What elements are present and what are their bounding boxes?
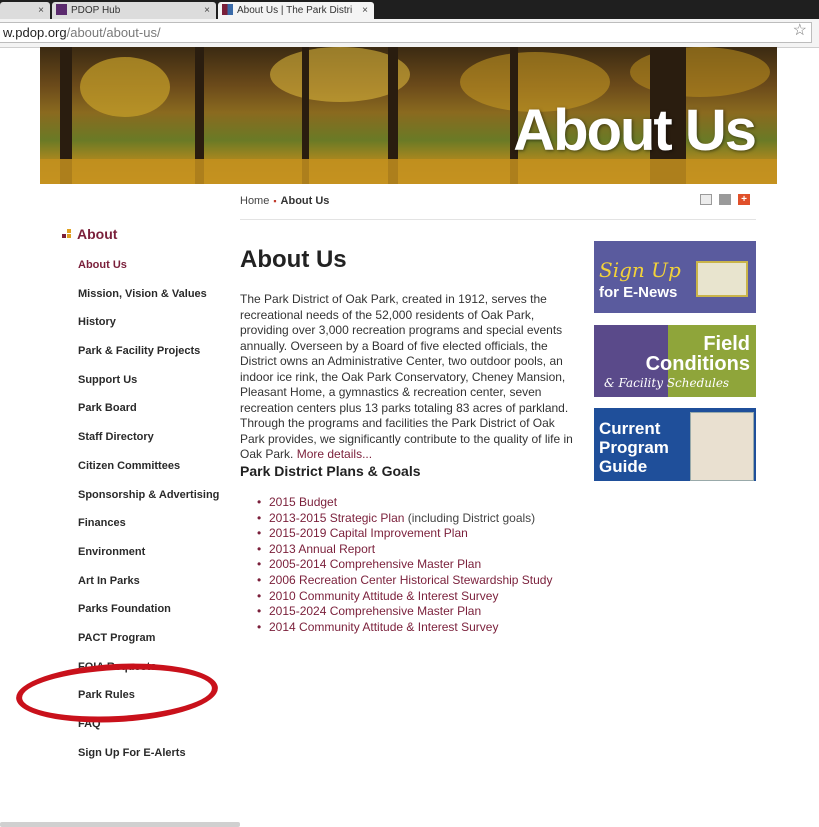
- plan-link[interactable]: 2015-2019 Capital Improvement Plan: [269, 526, 468, 540]
- sidebar-item-mission[interactable]: Mission, Vision & Values: [78, 287, 219, 316]
- breadcrumb-divider: [240, 219, 756, 220]
- sidebar-item-projects[interactable]: Park & Facility Projects: [78, 344, 219, 373]
- sidebar-item-citizen-committees[interactable]: Citizen Committees: [78, 459, 219, 488]
- close-icon[interactable]: ×: [362, 2, 368, 19]
- plans-list: 2015 Budget 2013-2015 Strategic Plan (in…: [257, 495, 552, 635]
- intro-paragraph: The Park District of Oak Park, created i…: [240, 292, 582, 463]
- plan-link[interactable]: 2010 Community Attitude & Interest Surve…: [269, 589, 498, 603]
- browser-tab-about-us[interactable]: About Us | The Park Distri ×: [218, 2, 374, 19]
- enews-line1: Sign Up: [599, 258, 681, 282]
- share-plus-icon[interactable]: +: [738, 194, 750, 205]
- plan-link[interactable]: 2005-2014 Comprehensive Master Plan: [269, 557, 481, 571]
- field-line3: & Facility Schedules: [604, 376, 730, 390]
- sidebar-item-e-alerts[interactable]: Sign Up For E-Alerts: [78, 746, 219, 775]
- guide-line2: Program: [599, 438, 669, 457]
- sidebar-item-pact-program[interactable]: PACT Program: [78, 631, 219, 660]
- sidebar-item-park-board[interactable]: Park Board: [78, 401, 219, 430]
- sidebar-item-about-us[interactable]: About Us: [78, 258, 219, 287]
- park-district-favicon-icon: [222, 4, 233, 15]
- sidebar-item-support-us[interactable]: Support Us: [78, 373, 219, 402]
- list-item: 2013 Annual Report: [257, 542, 552, 558]
- list-item: 2006 Recreation Center Historical Stewar…: [257, 573, 552, 589]
- browser-toolbar: w.pdop.org/about/about-us/ ☆: [0, 19, 819, 48]
- sidebar-item-staff-directory[interactable]: Staff Directory: [78, 430, 219, 459]
- url-host: w.pdop.org: [3, 25, 67, 40]
- page-title: About Us: [240, 246, 347, 273]
- plan-link[interactable]: 2015-2024 Comprehensive Master Plan: [269, 604, 481, 618]
- guide-line1: Current: [599, 419, 661, 438]
- plan-link[interactable]: 2013 Annual Report: [269, 542, 375, 556]
- field-conditions-banner[interactable]: Field Conditions & Facility Schedules: [594, 325, 756, 397]
- tab-label: About Us | The Park Distri: [237, 5, 353, 16]
- browser-tab-previous[interactable]: ×: [0, 2, 50, 19]
- close-icon[interactable]: ×: [204, 2, 210, 19]
- list-item: 2015-2019 Capital Improvement Plan: [257, 526, 552, 542]
- field-line2: Conditions: [645, 353, 750, 375]
- horizontal-scrollbar[interactable]: [0, 822, 240, 827]
- plans-heading: Park District Plans & Goals: [240, 463, 421, 479]
- breadcrumb-separator: ▪: [273, 196, 277, 206]
- email-icon[interactable]: [719, 194, 731, 205]
- browser-tab-pdop-hub[interactable]: PDOP Hub ×: [52, 2, 216, 19]
- pdop-hub-favicon-icon: [56, 4, 67, 15]
- sidebar-item-environment[interactable]: Environment: [78, 545, 219, 574]
- list-item: 2015 Budget: [257, 495, 552, 511]
- enews-signup-banner[interactable]: Sign Up for E-News: [594, 241, 756, 313]
- sidebar-item-history[interactable]: History: [78, 315, 219, 344]
- banner-title: About Us: [513, 98, 757, 163]
- list-item: 2010 Community Attitude & Interest Surve…: [257, 589, 552, 605]
- envelope-icon: [696, 261, 748, 297]
- plan-link[interactable]: 2015 Budget: [269, 495, 337, 509]
- sidebar-item-sponsorship[interactable]: Sponsorship & Advertising: [78, 488, 219, 517]
- sidebar-item-finances[interactable]: Finances: [78, 516, 219, 545]
- sidebar-item-art-in-parks[interactable]: Art In Parks: [78, 574, 219, 603]
- plan-link[interactable]: 2006 Recreation Center Historical Stewar…: [269, 573, 552, 587]
- url-path: /about/about-us/: [66, 25, 161, 40]
- plan-note: (including District goals): [404, 510, 536, 525]
- guide-line3: Guide: [599, 457, 648, 476]
- section-squares-icon: [62, 229, 71, 239]
- tab-label: PDOP Hub: [71, 5, 121, 16]
- plan-link[interactable]: 2014 Community Attitude & Interest Surve…: [269, 620, 498, 634]
- sidebar-heading: About: [62, 226, 117, 242]
- breadcrumb-home-link[interactable]: Home: [240, 195, 269, 207]
- list-item: 2005-2014 Comprehensive Master Plan: [257, 557, 552, 573]
- program-guide-cover-image: [690, 412, 754, 481]
- list-item: 2014 Community Attitude & Interest Surve…: [257, 620, 552, 636]
- foliage-decoration: [80, 57, 170, 117]
- list-item: 2013-2015 Strategic Plan (including Dist…: [257, 511, 552, 527]
- plan-link[interactable]: 2013-2015 Strategic Plan: [269, 511, 404, 525]
- page-banner: About Us: [40, 47, 777, 184]
- close-icon[interactable]: ×: [38, 2, 44, 19]
- page-tools: +: [700, 194, 756, 208]
- enews-line2: for E-News: [599, 284, 678, 301]
- bookmark-star-icon[interactable]: ☆: [793, 20, 807, 40]
- breadcrumb: Home ▪ About Us: [240, 195, 329, 207]
- address-bar[interactable]: w.pdop.org/about/about-us/: [0, 22, 812, 43]
- browser-tab-bar: × PDOP Hub × About Us | The Park Distri …: [0, 0, 819, 19]
- sidebar-heading-label: About: [77, 226, 118, 242]
- sidebar-item-parks-foundation[interactable]: Parks Foundation: [78, 602, 219, 631]
- intro-text: The Park District of Oak Park, created i…: [240, 292, 573, 461]
- program-guide-banner[interactable]: Current Program Guide: [594, 408, 756, 481]
- more-details-link[interactable]: More details...: [297, 447, 372, 461]
- print-icon[interactable]: [700, 194, 712, 205]
- list-item: 2015-2024 Comprehensive Master Plan: [257, 604, 552, 620]
- breadcrumb-current: About Us: [280, 195, 330, 207]
